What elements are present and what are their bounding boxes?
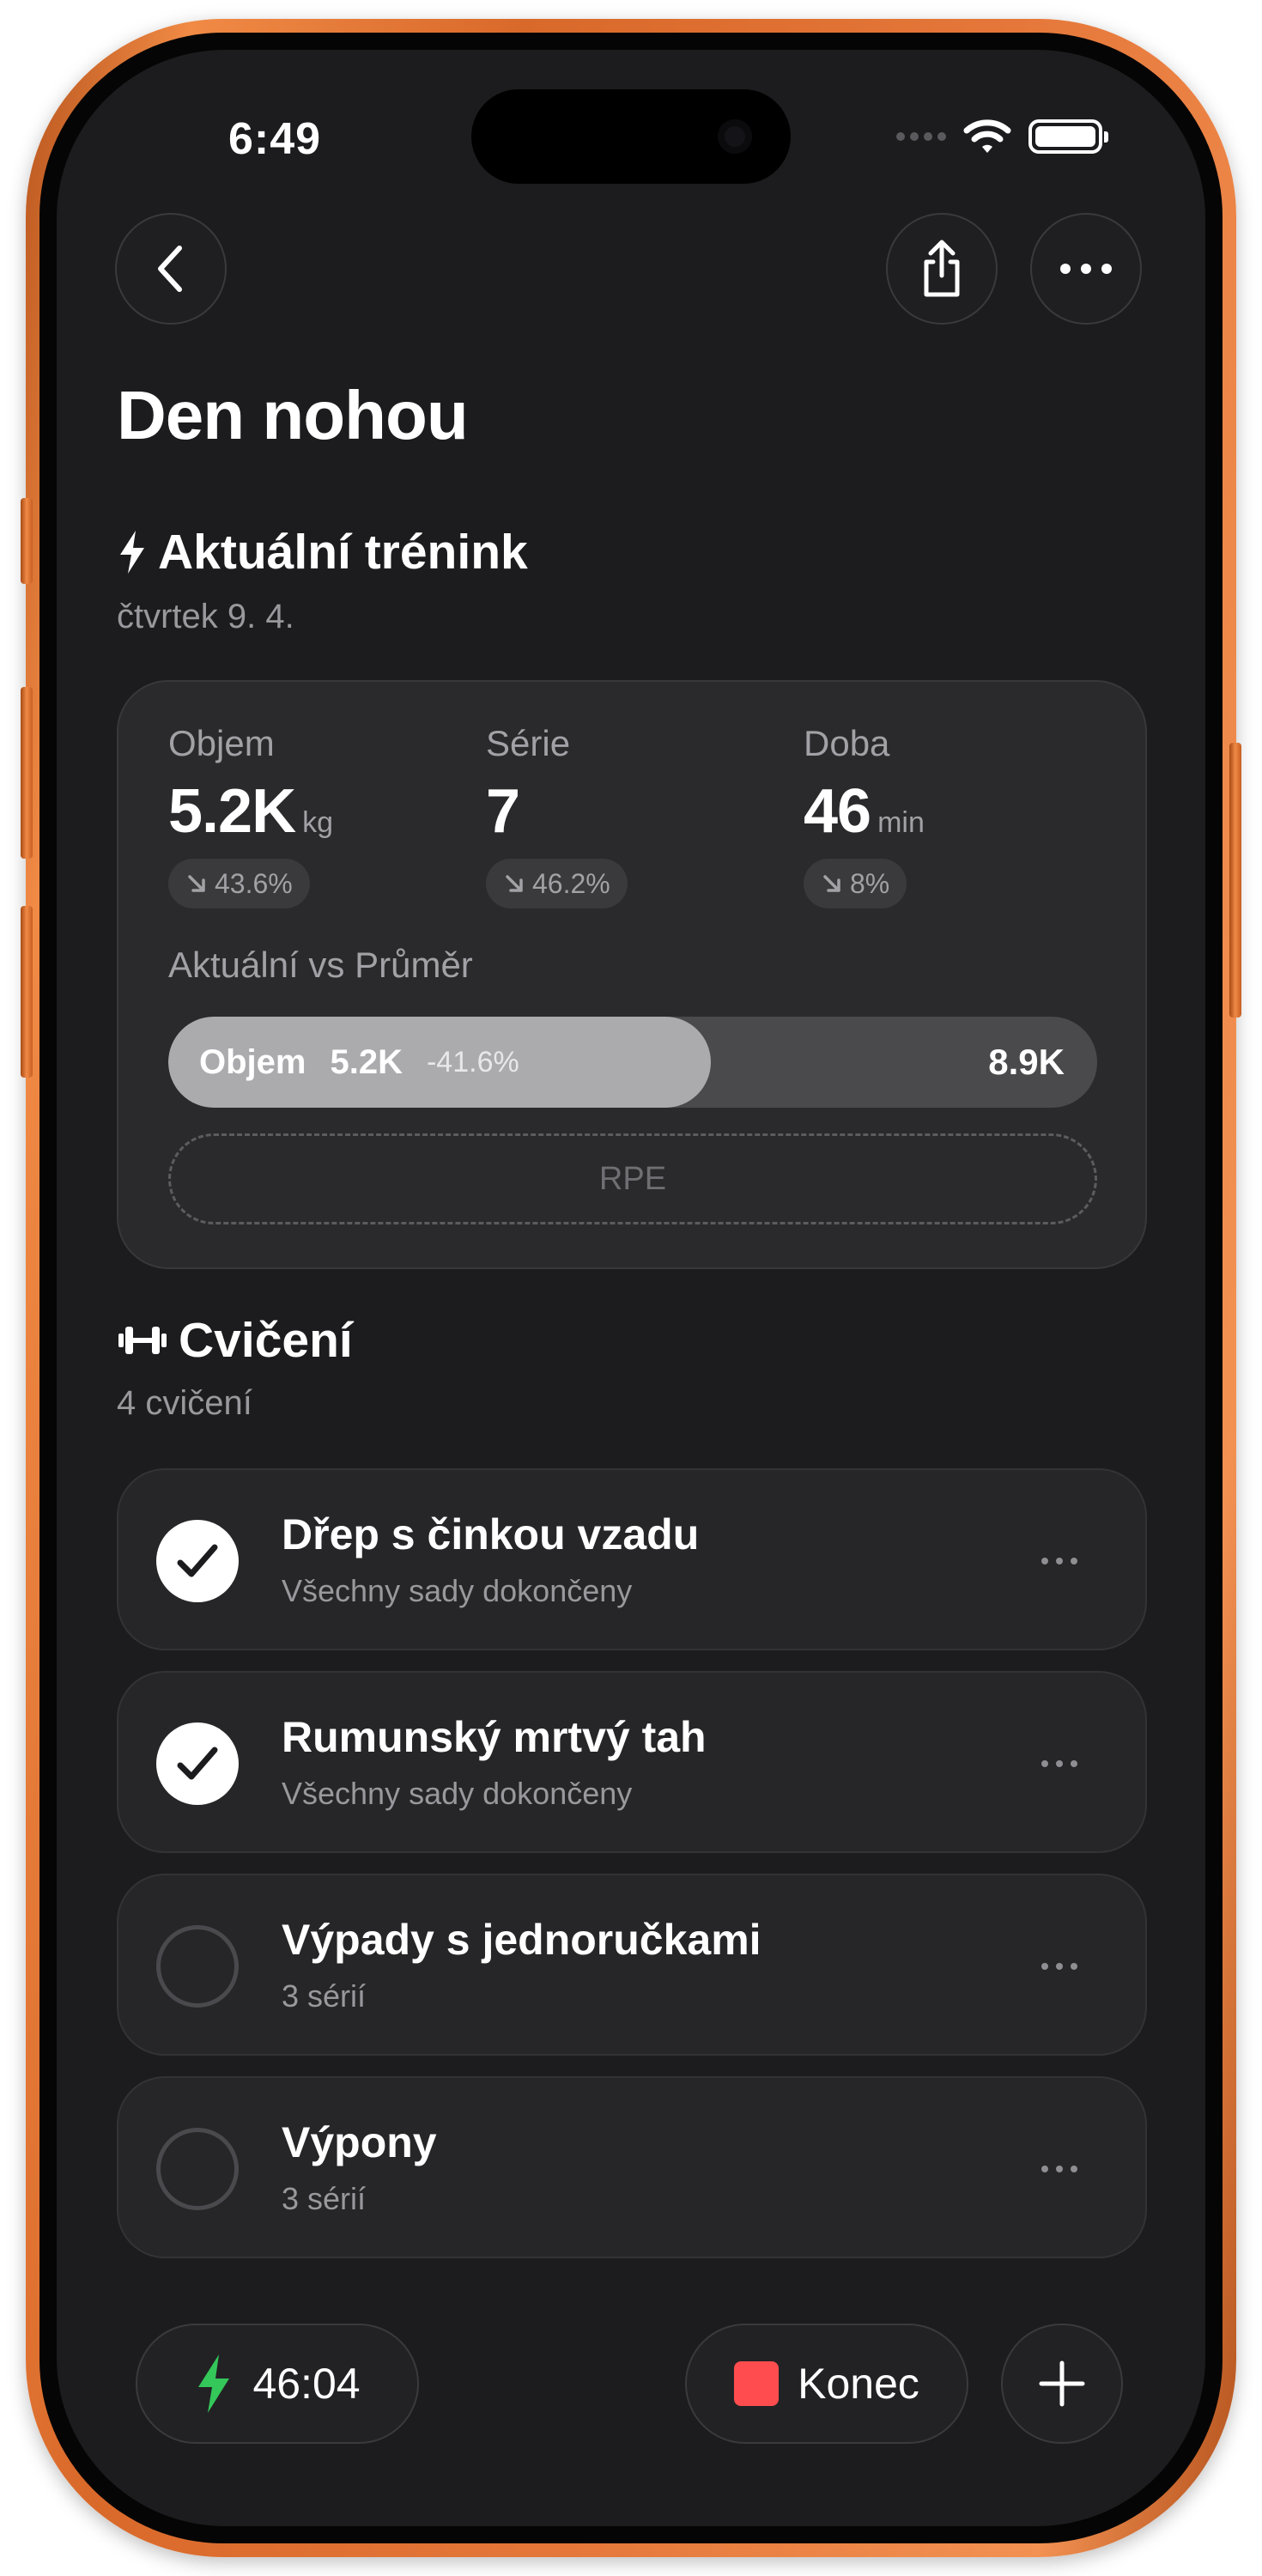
- stat-change-badge: 8%: [804, 859, 907, 908]
- stat-value: 5.2K: [168, 777, 296, 846]
- exercise-name: Výpony: [282, 2118, 437, 2166]
- stat-change: 43.6%: [215, 867, 293, 899]
- volume-comparison-bar: Objem 5.2K -41.6% 8.9K: [168, 1017, 1097, 1108]
- bar-metric: Objem: [199, 1042, 306, 1081]
- workout-timer-button[interactable]: 46:04: [136, 2324, 419, 2444]
- status-icons: [896, 118, 1108, 155]
- exercise-status: Všechny sady dokončeny: [282, 1776, 633, 1811]
- exercise-row[interactable]: Výpony 3 sérií: [117, 2076, 1147, 2258]
- app-screen: 6:49 Den nohou Aktuální trénink čtvrtek …: [57, 50, 1205, 2526]
- dynamic-island: [471, 89, 791, 184]
- end-workout-button[interactable]: Konec: [685, 2324, 968, 2444]
- side-button-volume-down: [21, 906, 33, 1078]
- exercise-more-button[interactable]: [1034, 1747, 1085, 1781]
- ellipsis-icon: [1041, 1760, 1077, 1767]
- workout-summary-card: Objem 5.2K kg 43.6% Série 7 46.2% Doba 4…: [117, 680, 1147, 1269]
- exercise-name: Dřep s činkou vzadu: [282, 1510, 700, 1558]
- bolt-icon: [120, 531, 144, 574]
- current-workout-title: Aktuální trénink: [158, 525, 528, 580]
- exercise-row[interactable]: Dřep s činkou vzadu Všechny sady dokonče…: [117, 1468, 1147, 1650]
- exercise-status: 3 sérií: [282, 1978, 367, 2014]
- bar-text: Objem 5.2K -41.6%: [199, 1017, 519, 1108]
- wifi-icon: [963, 119, 1011, 153]
- side-button-action: [21, 498, 33, 584]
- exercise-complete-toggle[interactable]: [156, 2128, 239, 2210]
- exercises-title: Cvičení: [179, 1313, 353, 1368]
- exercise-more-button[interactable]: [1034, 1544, 1085, 1578]
- bolt-icon: [198, 2354, 230, 2413]
- ellipsis-icon: [1060, 264, 1112, 274]
- back-button[interactable]: [115, 213, 227, 325]
- bar-current-value: 5.2K: [330, 1042, 403, 1081]
- exercise-name: Výpady s jednoručkami: [282, 1916, 761, 1964]
- stat-sets: Série 7 46.2%: [486, 723, 628, 908]
- side-button-volume-up: [21, 687, 33, 859]
- ellipsis-icon: [1041, 2166, 1077, 2172]
- stat-change-badge: 43.6%: [168, 859, 310, 908]
- add-exercise-button[interactable]: [1001, 2324, 1123, 2444]
- stat-change: 46.2%: [532, 867, 610, 899]
- front-camera: [718, 119, 752, 154]
- arrow-down-right-icon: [506, 875, 523, 892]
- stat-volume: Objem 5.2K kg 43.6%: [168, 723, 333, 908]
- share-icon: [924, 240, 960, 297]
- exercise-complete-toggle[interactable]: [156, 1925, 239, 2008]
- exercise-more-button[interactable]: [1034, 2152, 1085, 2186]
- arrow-down-right-icon: [823, 875, 840, 892]
- stat-duration: Doba 46 min 8%: [804, 723, 925, 908]
- stat-label: Objem: [168, 723, 275, 763]
- stat-unit: min: [877, 806, 925, 839]
- checkmark-icon: [177, 1544, 218, 1577]
- exercise-complete-toggle[interactable]: [156, 1722, 239, 1805]
- stat-label: Série: [486, 723, 571, 763]
- checkmark-icon: [177, 1747, 218, 1780]
- rpe-input[interactable]: RPE: [168, 1133, 1097, 1224]
- cellular-signal-icon: [896, 132, 946, 141]
- current-workout-date: čtvrtek 9. 4.: [117, 598, 294, 635]
- exercises-count: 4 cvičení: [117, 1384, 252, 1422]
- exercise-status: Všechny sady dokončeny: [282, 1573, 633, 1608]
- side-button-power: [1229, 743, 1241, 1018]
- battery-icon: [1028, 119, 1108, 154]
- ellipsis-icon: [1041, 1963, 1077, 1970]
- share-button[interactable]: [886, 213, 998, 325]
- exercise-row[interactable]: Výpady s jednoručkami 3 sérií: [117, 1874, 1147, 2056]
- exercise-status: 3 sérií: [282, 2181, 367, 2216]
- exercise-complete-toggle[interactable]: [156, 1520, 239, 1602]
- status-time: 6:49: [228, 114, 322, 164]
- bar-diff: -41.6%: [426, 1045, 519, 1078]
- stat-value: 46: [804, 777, 871, 846]
- exercises-heading: Cvičení: [117, 1312, 353, 1369]
- stat-change-badge: 46.2%: [486, 859, 628, 908]
- current-workout-heading: Aktuální trénink: [117, 524, 528, 580]
- more-options-button[interactable]: [1030, 213, 1142, 325]
- exercise-row[interactable]: Rumunský mrtvý tah Všechny sady dokončen…: [117, 1671, 1147, 1853]
- bar-average-value: 8.9K: [988, 1042, 1065, 1082]
- dumbbell-icon: [118, 1327, 167, 1354]
- exercise-more-button[interactable]: [1034, 1949, 1085, 1984]
- ellipsis-icon: [1041, 1558, 1077, 1564]
- plus-icon: [1039, 2360, 1085, 2407]
- chevron-left-icon: [158, 246, 182, 292]
- exercise-name: Rumunský mrtvý tah: [282, 1713, 707, 1761]
- stop-icon: [734, 2361, 780, 2406]
- stat-value: 7: [486, 777, 520, 846]
- stat-unit: kg: [302, 806, 334, 839]
- comparison-label: Aktuální vs Průměr: [168, 945, 473, 985]
- end-workout-label: Konec: [798, 2360, 919, 2408]
- page-title: Den nohou: [117, 377, 469, 453]
- stat-label: Doba: [804, 723, 890, 763]
- arrow-down-right-icon: [188, 875, 205, 892]
- stat-change: 8%: [850, 867, 890, 899]
- workout-timer: 46:04: [252, 2360, 361, 2408]
